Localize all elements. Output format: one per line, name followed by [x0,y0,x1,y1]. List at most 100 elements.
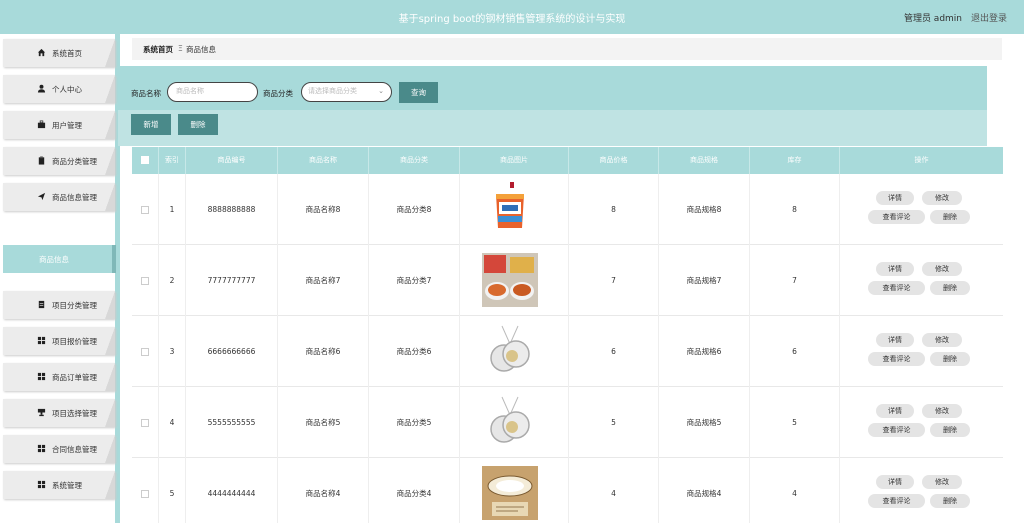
cell-price: 7 [569,245,659,316]
cell-actions: 详情 修改 查看评论 删除 [840,458,1003,523]
file-icon [36,300,46,310]
view-reviews-button[interactable]: 查看评论 [868,494,925,508]
sidebar-item-contracts[interactable]: 合同信息管理 [3,435,115,463]
row-checkbox[interactable] [141,277,149,285]
edit-button[interactable]: 修改 [922,404,962,418]
cell-index: 2 [159,245,186,316]
table-row: 3 6666666666 商品名称6 商品分类6 6 商品规格6 6 详情 修改… [132,316,1003,387]
col-name: 商品名称 [278,147,369,174]
edit-button[interactable]: 修改 [922,333,962,347]
food-bowls-image [482,253,538,307]
delete-button[interactable]: 删除 [930,423,970,437]
cell-category: 商品分类5 [369,387,460,458]
sidebar-item-label: 项目选择管理 [52,409,97,418]
cell-name: 商品名称7 [278,245,369,316]
cell-price: 6 [569,316,659,387]
edit-button[interactable]: 修改 [922,191,962,205]
sidebar-item-project-select[interactable]: 项目选择管理 [3,399,115,427]
ceiling-lamp-image [482,466,538,520]
cell-category: 商品分类4 [369,458,460,523]
grid-icon [36,444,46,454]
query-button[interactable]: 查询 [399,82,438,103]
select-all-checkbox[interactable] [141,156,149,164]
cell-actions: 详情 修改 查看评论 删除 [840,245,1003,316]
cell-stock: 4 [750,458,840,523]
briefcase-icon [36,120,46,130]
product-table: 索引 商品编号 商品名称 商品分类 商品图片 商品价格 商品规格 库存 操作 1… [132,147,1003,523]
sidebar-item-label: 项目报价管理 [52,337,97,346]
table-header: 索引 商品编号 商品名称 商品分类 商品图片 商品价格 商品规格 库存 操作 [132,147,1003,174]
col-stock: 库存 [750,147,840,174]
sidebar-item-system[interactable]: 系统管理 [3,471,115,499]
cell-stock: 8 [750,174,840,245]
cell-image [460,387,569,458]
home-icon [36,48,46,58]
view-reviews-button[interactable]: 查看评论 [868,210,925,224]
search-panel: 商品名称 商品名称 商品分类 请选择商品分类 ⌄ 查询 新增 删除 [118,66,987,146]
cell-name: 商品名称6 [278,316,369,387]
sidebar-subitem-product-info[interactable]: 商品信息 [3,245,116,273]
edit-button[interactable]: 修改 [922,262,962,276]
breadcrumb-home[interactable]: 系统首页 [143,44,173,55]
sidebar-item-users[interactable]: 用户管理 [3,111,115,139]
view-reviews-button[interactable]: 查看评论 [868,281,925,295]
cell-code: 5555555555 [186,387,278,458]
breadcrumb-current: 商品信息 [186,45,216,54]
cell-index: 5 [159,458,186,523]
view-reviews-button[interactable]: 查看评论 [868,352,925,366]
grid-icon [36,480,46,490]
cell-stock: 7 [750,245,840,316]
detail-button[interactable]: 详情 [876,404,914,418]
sidebar-item-label: 商品订单管理 [52,373,97,382]
table-row: 5 4444444444 商品名称4 商品分类4 4 商品规格4 4 详情 修改… [132,458,1003,523]
sidebar-item-label: 系统管理 [52,481,82,490]
col-spec: 商品规格 [659,147,750,174]
row-checkbox[interactable] [141,206,149,214]
sidebar-item-project-category[interactable]: 项目分类管理 [3,291,115,319]
top-bar: 基于spring boot的钢材销售管理系统的设计与实现 管理员 admin 退… [0,0,1024,34]
table-row: 4 5555555555 商品名称5 商品分类5 5 商品规格5 5 详情 修改… [132,387,1003,458]
detail-button[interactable]: 详情 [876,475,914,489]
col-image: 商品图片 [460,147,569,174]
table-row: 2 7777777777 商品名称7 商品分类7 7 商品规格7 7 详情 修改… [132,245,1003,316]
row-checkbox[interactable] [141,490,149,498]
cell-code: 8888888888 [186,174,278,245]
cell-name: 商品名称5 [278,387,369,458]
sidebar-item-product-info[interactable]: 商品信息管理 [3,183,115,211]
select-all-cell [132,147,159,174]
delete-button[interactable]: 删除 [930,352,970,366]
detail-button[interactable]: 详情 [876,191,914,205]
sidebar-subitem-label: 商品信息 [39,255,69,264]
row-checkbox[interactable] [141,419,149,427]
batch-delete-button[interactable]: 删除 [178,114,218,135]
cell-price: 8 [569,174,659,245]
grid-icon [36,336,46,346]
delete-button[interactable]: 删除 [930,494,970,508]
cell-category: 商品分类6 [369,316,460,387]
cell-code: 7777777777 [186,245,278,316]
sidebar: 系统首页 个人中心 用户管理 商品分类管理 商品信息管理 商品信息 项目分类管理… [0,34,120,523]
delete-button[interactable]: 删除 [930,281,970,295]
sidebar-item-product-category[interactable]: 商品分类管理 [3,147,115,175]
view-reviews-button[interactable]: 查看评论 [868,423,925,437]
edit-button[interactable]: 修改 [922,475,962,489]
sidebar-item-project-quote[interactable]: 项目报价管理 [3,327,115,355]
sidebar-item-profile[interactable]: 个人中心 [3,75,115,103]
product-category-select[interactable]: 请选择商品分类 ⌄ [301,82,392,102]
logout-link[interactable]: 退出登录 [971,11,1007,24]
detail-button[interactable]: 详情 [876,262,914,276]
delete-button[interactable]: 删除 [930,210,970,224]
add-button[interactable]: 新增 [131,114,171,135]
col-index: 索引 [159,147,186,174]
cell-image [460,245,569,316]
sidebar-item-home[interactable]: 系统首页 [3,39,115,67]
cell-image [460,316,569,387]
product-category-label: 商品分类 [263,89,293,98]
sidebar-item-orders[interactable]: 商品订单管理 [3,363,115,391]
cell-name: 商品名称8 [278,174,369,245]
cell-price: 5 [569,387,659,458]
col-category: 商品分类 [369,147,460,174]
row-checkbox[interactable] [141,348,149,356]
detail-button[interactable]: 详情 [876,333,914,347]
product-name-input[interactable]: 商品名称 [167,82,258,102]
